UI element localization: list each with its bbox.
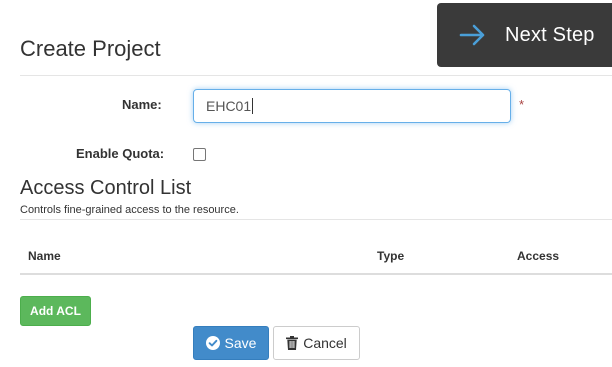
acl-section-subtitle: Controls fine-grained access to the reso… xyxy=(20,204,239,216)
name-label: Name: xyxy=(122,97,162,112)
next-step-button[interactable]: Next Step xyxy=(437,3,612,67)
header-divider xyxy=(20,75,612,76)
trash-icon xyxy=(286,336,299,350)
cancel-button[interactable]: Cancel xyxy=(273,326,360,360)
name-input-value: EHC01 xyxy=(206,98,252,114)
add-acl-button[interactable]: Add ACL xyxy=(20,296,91,326)
check-circle-icon xyxy=(205,336,220,350)
column-header-type[interactable]: Type xyxy=(377,249,404,263)
name-input[interactable]: EHC01 xyxy=(193,89,511,123)
save-label: Save xyxy=(224,335,257,351)
save-button[interactable]: Save xyxy=(193,326,269,360)
acl-table: Name Type Access xyxy=(20,240,612,275)
cancel-label: Cancel xyxy=(303,335,347,351)
next-step-label: Next Step xyxy=(505,23,595,46)
add-acl-label: Add ACL xyxy=(30,304,81,318)
enable-quota-label: Enable Quota: xyxy=(76,146,165,161)
column-header-access[interactable]: Access xyxy=(517,249,559,263)
text-caret xyxy=(252,98,254,114)
arrow-right-icon xyxy=(459,23,487,47)
acl-table-header: Name Type Access xyxy=(20,240,612,275)
acl-section-title: Access Control List xyxy=(20,177,192,199)
acl-divider xyxy=(20,219,612,220)
required-marker: * xyxy=(519,97,525,112)
create-project-page: Create Project Next Step Name: EHC01 * E… xyxy=(0,0,612,367)
enable-quota-checkbox[interactable] xyxy=(193,148,206,161)
column-header-name[interactable]: Name xyxy=(28,249,61,263)
page-title: Create Project xyxy=(20,36,161,61)
